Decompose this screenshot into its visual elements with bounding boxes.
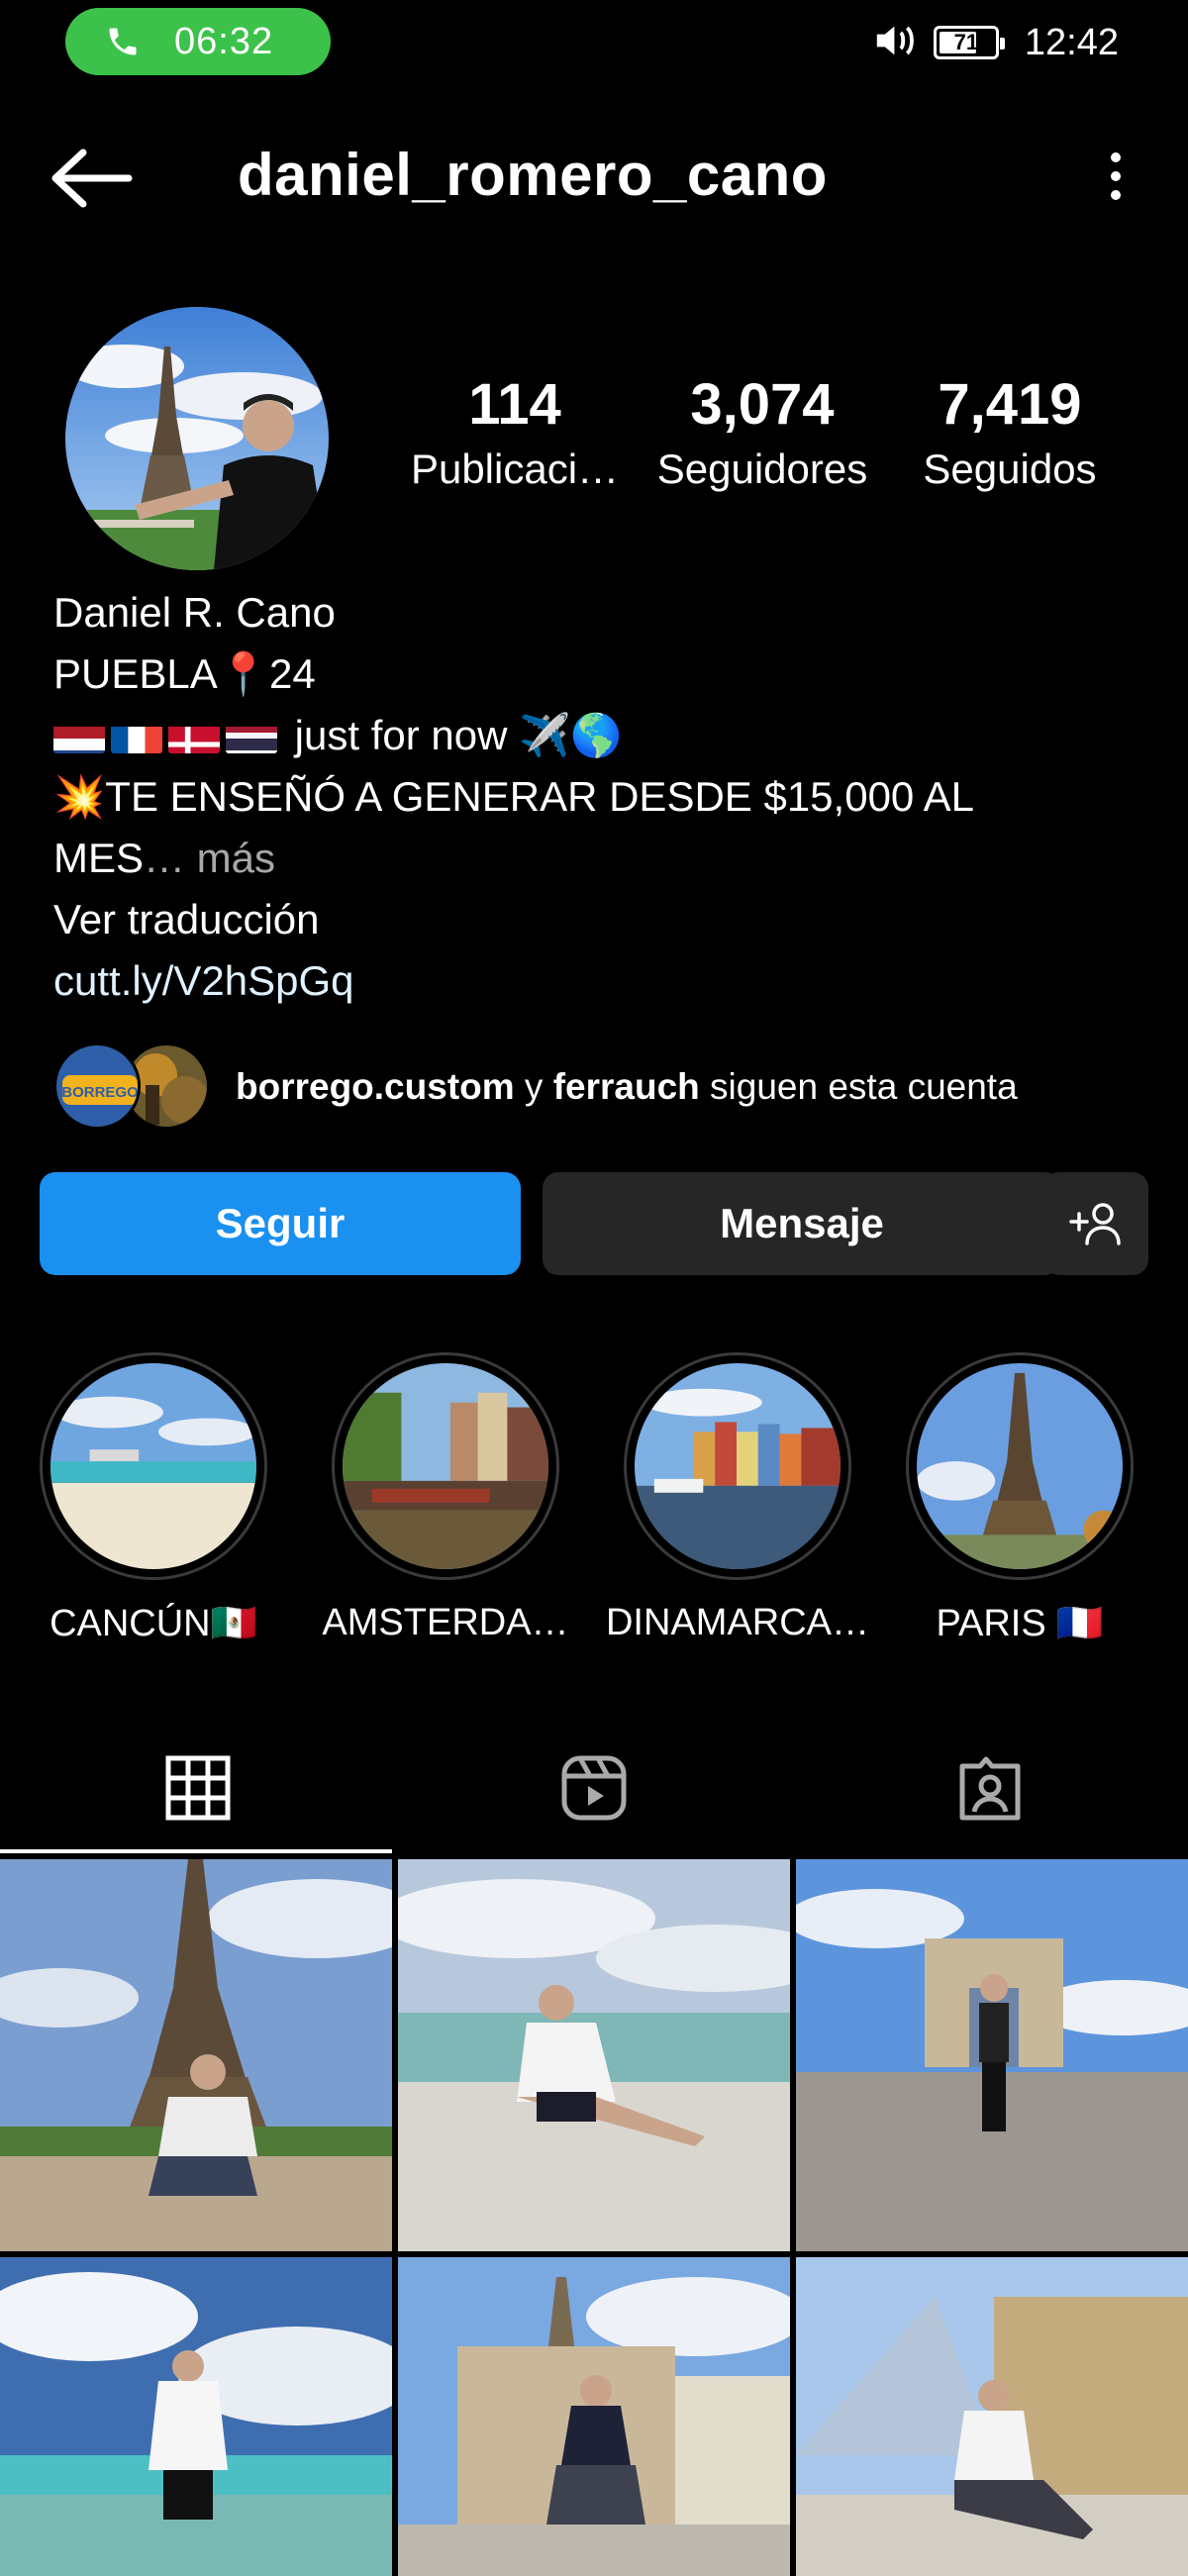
- thailand-flag-icon: [226, 718, 277, 753]
- stat-posts[interactable]: 114 Publicaci…: [396, 368, 634, 517]
- profile-actions: Seguir Mensaje: [40, 1172, 1148, 1275]
- borrego-logo-text: BORREGO: [61, 1084, 139, 1101]
- stat-followers[interactable]: 3,074 Seguidores: [644, 368, 881, 517]
- mutual-followers[interactable]: BORREGO borrego.custom y ferrauch siguen…: [53, 1041, 1162, 1133]
- post-thumbnail[interactable]: [398, 1859, 790, 2251]
- phone-icon: [109, 28, 137, 55]
- highlight-label: DINAMARCA…: [605, 1602, 870, 1643]
- tab-posts-grid[interactable]: [0, 1723, 396, 1853]
- active-tab-indicator: [0, 1849, 392, 1853]
- denmark-flag-icon: [168, 718, 220, 753]
- display-name: Daniel R. Cano: [53, 589, 336, 636]
- volume-icon: [872, 21, 920, 65]
- suffix-text: siguen esta cuenta: [699, 1066, 1018, 1107]
- bio-line-end: MES: [53, 835, 145, 881]
- message-button[interactable]: Mensaje: [543, 1172, 1061, 1275]
- back-arrow-icon[interactable]: [50, 149, 133, 208]
- post-thumbnail[interactable]: [0, 2257, 392, 2576]
- mutual-followers-text: borrego.custom y ferrauch siguen esta cu…: [236, 1066, 1018, 1108]
- profile-bio: Daniel R. Cano PUEBLA📍24 just for now ✈️…: [53, 582, 1142, 1012]
- highlight-item[interactable]: DINAMARCA…: [594, 1352, 881, 1644]
- post-thumbnail[interactable]: [398, 2257, 790, 2576]
- grid-icon: [165, 1755, 231, 1821]
- stat-value: 7,419: [938, 372, 1082, 437]
- france-flag-icon: [111, 718, 162, 753]
- battery-icon: 71: [933, 26, 1005, 59]
- profile-stats: 114 Publicaci… 3,074 Seguidores 7,419 Se…: [396, 368, 1129, 517]
- profile-header: daniel_romero_cano: [0, 129, 1188, 224]
- netherlands-flag-icon: [53, 718, 105, 753]
- stat-label: Seguidores: [656, 446, 868, 492]
- highlight-label: AMSTERDA…: [322, 1602, 569, 1643]
- stat-value: 3,074: [690, 372, 835, 437]
- battery-level: 71: [953, 30, 979, 54]
- highlight-item[interactable]: PARIS 🇫🇷: [876, 1352, 1163, 1645]
- connector-text: y: [514, 1066, 553, 1107]
- story-highlights: CANCÚN🇲🇽 AMSTERDA… DINAMARCA… PARIS 🇫🇷: [0, 1352, 1188, 1649]
- more-vertical-icon[interactable]: [1091, 145, 1140, 208]
- bio-flags-text: just for now ✈️🌎: [283, 712, 623, 758]
- stat-label: Publicaci…: [410, 446, 620, 492]
- stat-label: Seguidos: [923, 446, 1097, 492]
- tab-reels[interactable]: [396, 1723, 792, 1853]
- bio-flags-line: just for now ✈️🌎: [53, 705, 1142, 766]
- profile-avatar[interactable]: [65, 307, 329, 570]
- mutual-user-2: ferrauch: [552, 1066, 700, 1107]
- tagged-icon: [959, 1756, 1021, 1821]
- status-bar: 06:32 71 12:42: [0, 0, 1188, 83]
- posts-grid: [0, 1859, 1188, 2576]
- post-thumbnail[interactable]: [796, 1859, 1188, 2251]
- clock: 12:42: [1024, 21, 1119, 63]
- stat-following[interactable]: 7,419 Seguidos: [891, 368, 1129, 517]
- ongoing-call-pill[interactable]: 06:32: [65, 8, 331, 75]
- reels-icon: [561, 1755, 627, 1821]
- call-duration: 06:32: [174, 20, 274, 62]
- profile-username: daniel_romero_cano: [238, 142, 828, 208]
- more-link[interactable]: … más: [144, 835, 275, 881]
- bio-line-truncated: MES… más: [53, 828, 1142, 889]
- tab-tagged[interactable]: [792, 1723, 1188, 1853]
- stat-value: 114: [468, 372, 561, 437]
- bio-line: 💥TE ENSEÑÓ A GENERAR DESDE $15,000 AL: [53, 773, 975, 820]
- add-person-icon[interactable]: [1043, 1172, 1148, 1275]
- bio-location: PUEBLA📍24: [53, 650, 316, 697]
- post-thumbnail[interactable]: [0, 1859, 392, 2251]
- highlight-item[interactable]: CANCÚN🇲🇽: [10, 1352, 297, 1645]
- post-thumbnail[interactable]: [796, 2257, 1188, 2576]
- mutual-avatars: BORREGO: [53, 1042, 222, 1132]
- bio-url-link[interactable]: cutt.ly/V2hSpGq: [53, 950, 1142, 1012]
- profile-tabs: [0, 1723, 1188, 1853]
- translate-link[interactable]: Ver traducción: [53, 889, 1142, 950]
- highlight-label: CANCÚN🇲🇽: [50, 1603, 257, 1644]
- mutual-user-1: borrego.custom: [236, 1066, 515, 1107]
- borrego-avatar: BORREGO: [53, 1042, 141, 1130]
- highlight-item[interactable]: AMSTERDA…: [302, 1352, 589, 1644]
- follow-button[interactable]: Seguir: [40, 1172, 521, 1275]
- highlight-label: PARIS 🇫🇷: [936, 1603, 1104, 1644]
